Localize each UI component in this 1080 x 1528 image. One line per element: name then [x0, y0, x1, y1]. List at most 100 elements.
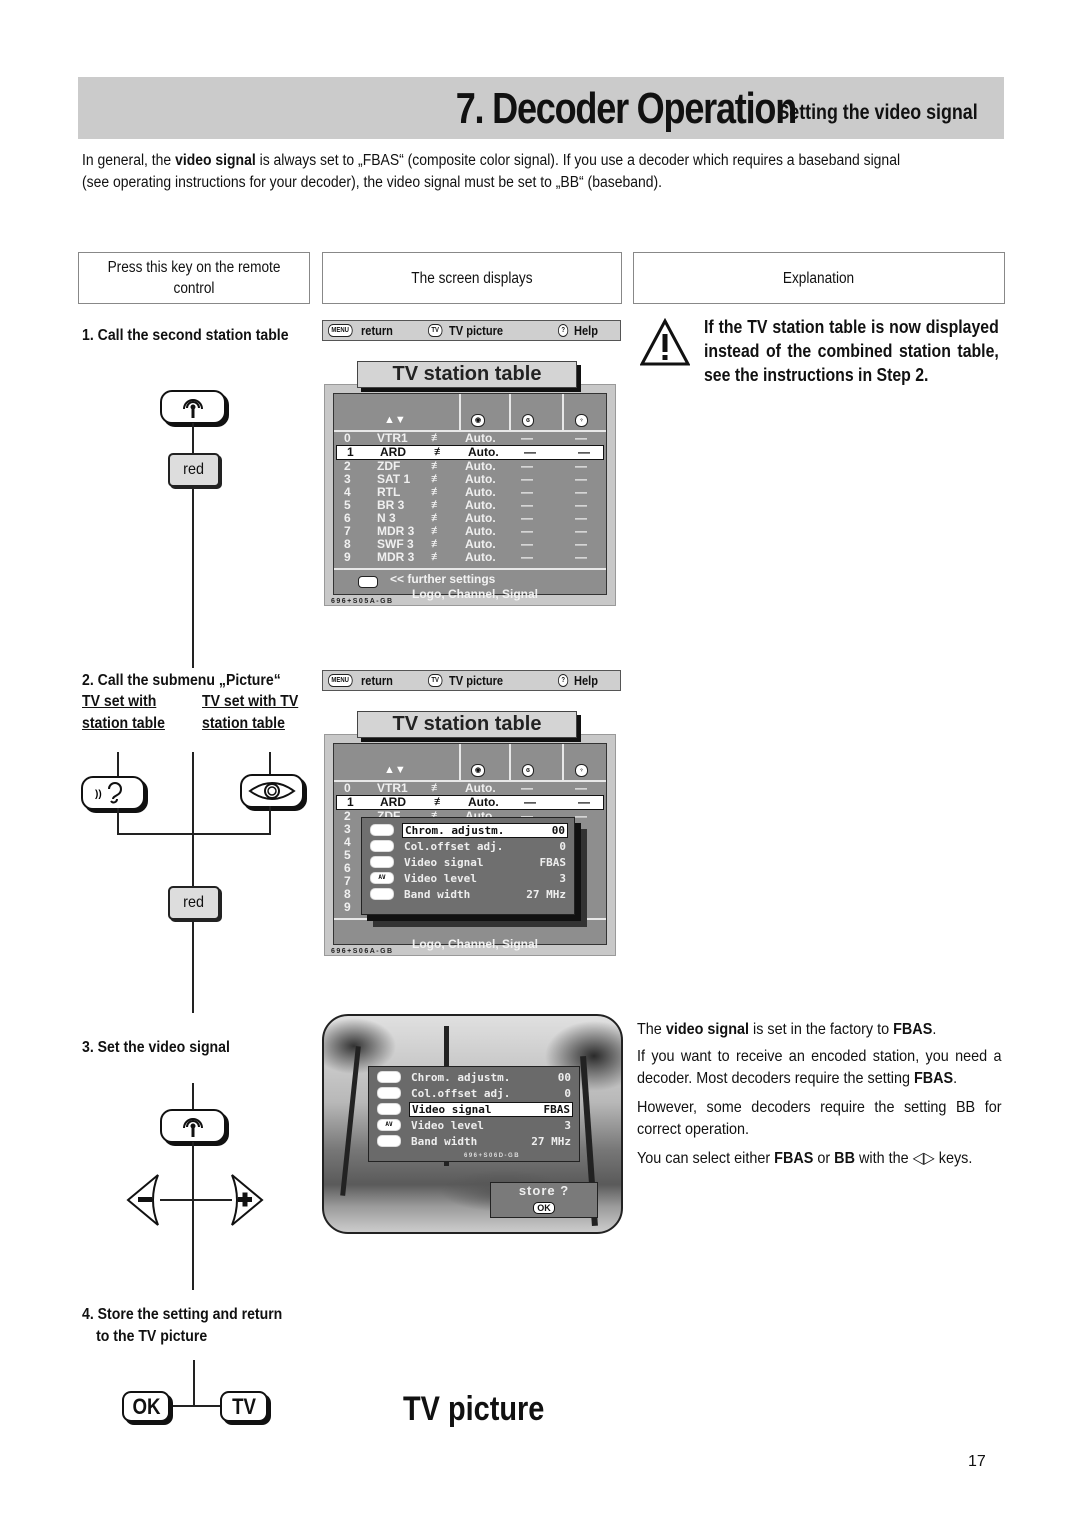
submenu-item[interactable]: Band width 27 MHz	[369, 1133, 579, 1149]
connector-line	[192, 486, 194, 668]
tuning-icon: ≢	[431, 538, 442, 550]
submenu-item[interactable]: Band width 27 MHz	[362, 886, 574, 902]
tv-key[interactable]: TV	[220, 1391, 268, 1422]
antenna-icon	[370, 856, 394, 868]
submenu-item[interactable]: Video signal FBAS	[369, 1101, 579, 1117]
submenu-item-label: Band width	[411, 1134, 478, 1148]
store-ok-button[interactable]: OK	[533, 1202, 555, 1214]
step-2-option-left: TV set with station table	[82, 693, 165, 732]
submenu-item-label: Video level	[411, 1118, 484, 1132]
station-n: 1	[347, 445, 354, 459]
explanation-p2: If you want to receive an encoded statio…	[637, 1048, 1002, 1087]
table-header: ▲▼ ◉ ɞ ♆	[334, 394, 606, 432]
column-header-screen: The screen displays	[322, 252, 622, 304]
menu-pill-icon: MENU	[328, 674, 353, 687]
station-nm: VTR1	[377, 431, 408, 445]
picture-submenu-overlay: Chrom. adjustm. 00 Col.offset adj. 0 Video s…	[368, 1066, 580, 1162]
sound-key[interactable]: ))	[81, 776, 145, 810]
antenna-key-2[interactable]	[160, 1109, 226, 1143]
tv-picture-screen: Chrom. adjustm. 00 Col.offset adj. 0 Video s…	[322, 1014, 623, 1234]
ok-key[interactable]: OK	[122, 1391, 170, 1422]
tuning-icon: ≢	[431, 782, 442, 794]
submenu-item-value: 00	[551, 823, 565, 837]
intro-bold: video signal	[175, 152, 256, 169]
ear-icon	[377, 1087, 401, 1099]
picture-submenu: Chrom. adjustm. 00 Col.offset adj. 0 Video s…	[361, 817, 575, 915]
submenu-item-label: Video signal	[412, 1102, 492, 1116]
station-n: 0	[344, 781, 351, 795]
submenu-item[interactable]: AV Video level 3	[369, 1117, 579, 1133]
station-d2: —	[575, 809, 587, 823]
antenna-column-icon: ♆	[575, 414, 589, 427]
menu-pill-icon: MENU	[328, 324, 353, 337]
red-key-2[interactable]: red	[168, 886, 220, 920]
connector-line	[192, 1142, 194, 1290]
station-d1: —	[521, 781, 533, 795]
tuning-icon: ≢	[431, 512, 442, 524]
station-nm: ARD	[380, 795, 406, 809]
ear-column-icon: ɞ	[522, 414, 534, 427]
osd-title-2: TV station table	[357, 711, 577, 738]
tuning-icon: ≢	[431, 473, 442, 485]
column-header-explanation-label: Explanation	[783, 269, 855, 287]
red-key-1[interactable]: red	[168, 453, 220, 487]
ear-icon: ))	[95, 782, 123, 804]
station-list: 0 VTR1 Auto. — — ≢ 1 ARD Auto. — — ≢ 2 ZDF Auto. — — ≢ 3 SA…	[334, 432, 606, 564]
chapter-subtitle: Setting the video signal	[777, 101, 978, 124]
submenu-item-label: Chrom. adjustm.	[411, 1070, 511, 1084]
submenu-item-label: Band width	[404, 887, 471, 901]
submenu-item-value: 0	[559, 839, 566, 853]
submenu-item[interactable]: Col.offset adj. 0	[362, 838, 574, 854]
column-header-press-key: Press this key on the remote control	[78, 252, 310, 304]
connector-line	[160, 1199, 232, 1201]
station-row[interactable]: 1 ARD Auto. — — ≢	[336, 795, 604, 810]
logo-channel-signal-label: Logo, Channel, Signal	[412, 587, 538, 601]
station-row[interactable]: 0 VTR1 Auto. — — ≢	[334, 432, 606, 445]
picture-key[interactable]	[240, 774, 304, 808]
station-row[interactable]: 0 VTR1 Auto. — — ≢	[334, 782, 606, 795]
plus-key[interactable]	[228, 1173, 264, 1227]
explanation-text: The video signal is set in the factory t…	[637, 1019, 1002, 1170]
sort-arrows-icon: ▲▼	[384, 414, 406, 426]
step-1-label: 1. Call the second station table	[82, 327, 289, 344]
minus-key[interactable]	[126, 1173, 162, 1227]
station-d1: —	[521, 431, 533, 445]
osd-code: 696+S06A-GB	[331, 948, 394, 955]
step-3-label: 3. Set the video signal	[82, 1039, 230, 1056]
antenna-key[interactable]	[160, 390, 226, 424]
station-table-panel: ▲▼ ◉ ɞ ♆ 0 VTR1 Auto. — — ≢ 1 ARD Auto. — — ≢ 2 ZDF Au…	[333, 393, 607, 601]
tuning-icon: ≢	[431, 460, 442, 472]
station-d2: —	[575, 550, 587, 564]
eye-icon	[248, 782, 296, 800]
connector-line	[192, 1083, 194, 1109]
av-icon: AV	[377, 1119, 401, 1131]
step-4-line-2: to the TV picture	[96, 1328, 208, 1345]
connector-line	[117, 833, 271, 835]
submenu-item[interactable]: Video signal FBAS	[362, 854, 574, 870]
submenu-item-value: 3	[564, 1118, 571, 1132]
blank-key-icon	[358, 576, 378, 588]
osd-return-label: return	[360, 323, 393, 338]
station-a: Auto.	[468, 445, 499, 459]
red-key-label: red	[183, 894, 205, 911]
connector-line	[117, 752, 119, 776]
station-n: 0	[344, 431, 351, 445]
submenu-item[interactable]: Col.offset adj. 0	[369, 1085, 579, 1101]
station-n: 9	[344, 550, 351, 564]
ear-icon	[370, 840, 394, 852]
station-row[interactable]: 9 MDR 3 Auto. — — ≢	[334, 551, 606, 564]
ear-column-icon: ɞ	[522, 764, 534, 777]
station-row[interactable]: 1 ARD Auto. — — ≢	[336, 445, 604, 460]
station-a: Auto.	[465, 431, 496, 445]
column-header-explanation: Explanation	[633, 252, 1005, 304]
intro-text: is always set to „FBAS“ (composite color…	[255, 152, 901, 169]
submenu-item-label: Video level	[404, 871, 477, 885]
submenu-item[interactable]: Chrom. adjustm. 00	[369, 1069, 579, 1085]
submenu-item[interactable]: AV Video level 3	[362, 870, 574, 886]
minus-icon	[138, 1197, 152, 1202]
osd-title-1: TV station table	[357, 361, 577, 388]
submenu-item-label: Col.offset adj.	[404, 839, 504, 853]
submenu-item[interactable]: Chrom. adjustm. 00	[362, 822, 574, 838]
station-nm: ARD	[380, 445, 406, 459]
intro-text: In general, the	[82, 152, 176, 169]
